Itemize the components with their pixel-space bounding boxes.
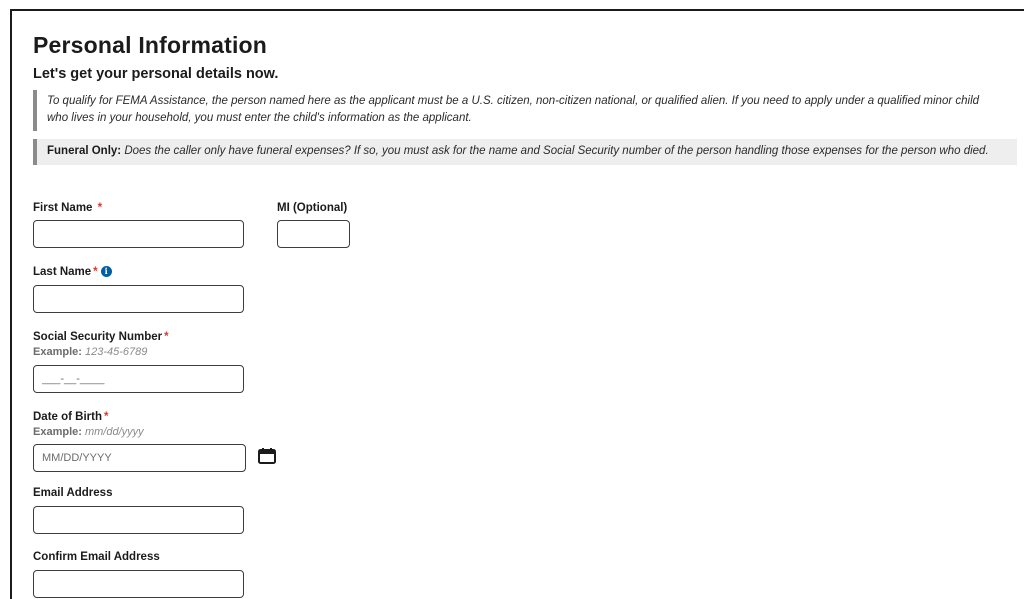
required-marker: * <box>164 331 169 343</box>
page-title: Personal Information <box>33 32 268 58</box>
confirm-email-input[interactable] <box>33 570 244 598</box>
funeral-alert-text-c: have funeral expenses? If so, you must a… <box>225 145 989 157</box>
page-subtitle: Let's get your personal details now. <box>33 66 279 82</box>
calendar-icon[interactable] <box>258 448 276 464</box>
dob-label: Date of Birth * <box>33 411 109 423</box>
required-marker: * <box>104 411 109 423</box>
required-marker: * <box>97 202 103 214</box>
dob-example: Example: mm/dd/yyyy <box>33 426 144 438</box>
email-input[interactable] <box>33 506 244 534</box>
personal-information-section: Personal Information Let's get your pers… <box>33 30 1017 598</box>
last-name-label: Last Name * i <box>33 265 244 280</box>
email-label: Email Address <box>33 487 113 499</box>
required-marker: * <box>93 266 98 278</box>
confirm-email-group: Confirm Email Address <box>33 550 244 598</box>
ssn-group: Social Security Number * Example: 123-45-… <box>33 330 244 393</box>
ssn-input[interactable] <box>33 365 244 393</box>
funeral-only-label: Funeral Only: <box>47 145 122 157</box>
funeral-alert-text-b: only <box>204 145 226 157</box>
confirm-email-label: Confirm Email Address <box>33 551 160 563</box>
eligibility-note-text: To qualify for FEMA Assistance, the pers… <box>47 95 980 124</box>
info-icon[interactable]: i <box>100 266 112 277</box>
last-name-input[interactable] <box>33 285 244 313</box>
ssn-label: Social Security Number * <box>33 331 169 343</box>
middle-initial-group: MI (Optional) <box>277 201 350 248</box>
funeral-only-alert: Funeral Only: Does the caller only have … <box>33 139 1017 165</box>
mi-label: MI (Optional) <box>277 202 348 214</box>
dob-input[interactable] <box>33 444 246 472</box>
first-name-input[interactable] <box>33 220 244 248</box>
middle-initial-input[interactable] <box>277 220 350 248</box>
ssn-example: Example: 123-45-6789 <box>33 346 148 358</box>
first-name-label: First Name * <box>33 202 103 214</box>
eligibility-note: To qualify for FEMA Assistance, the pers… <box>33 90 993 131</box>
last-name-group: Last Name * i <box>33 265 244 313</box>
email-group: Email Address <box>33 486 244 534</box>
funeral-alert-text-a: Does the caller <box>121 145 205 157</box>
dob-group: Date of Birth * Example: mm/dd/yyyy <box>33 410 246 472</box>
first-name-group: First Name * <box>33 201 244 248</box>
